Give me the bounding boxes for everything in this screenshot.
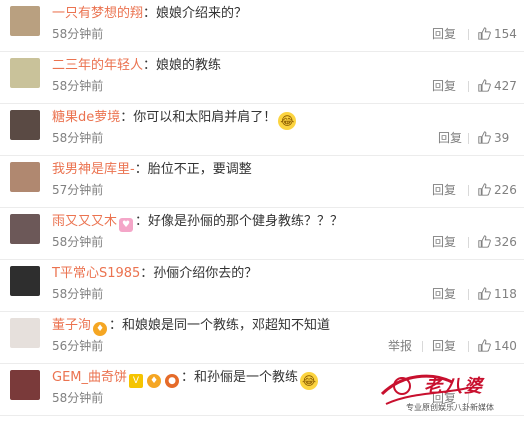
like-count: 154 [494,27,517,41]
comment-text: 娘娘的教练 [156,58,222,73]
comment-username[interactable]: 一只有梦想的翔 [52,6,143,21]
comment-line: 我男神是库里-：胎位不正，要调整 [52,162,252,177]
comment-line: 一只有梦想的翔：娘娘介绍来的？ [52,6,248,21]
like-count: 118 [494,287,517,301]
vip-badge-icon: ♦ [147,374,162,388]
avatar[interactable] [10,266,40,296]
divider [468,185,469,196]
laughing-emoji-icon: 😂 [300,372,319,390]
like-count: 39 [494,131,510,145]
reply-button[interactable]: 回复 [432,338,456,354]
comment-text: 孙俪介绍你去的？ [153,266,258,281]
avatar[interactable] [10,110,40,140]
comment-time: 58分钟前 [52,131,104,145]
like-button[interactable]: 226 [478,182,517,198]
like-count: 326 [494,235,517,249]
comment-username[interactable]: GEM_曲奇饼 [52,370,127,385]
comment-username[interactable]: 雨又又又木 [52,214,117,229]
divider [468,289,469,300]
laughing-emoji-icon: 😂 [278,112,297,130]
comment-time: 58分钟前 [52,79,104,93]
comment-username[interactable]: 糖果de萝境 [52,110,120,125]
divider [468,29,469,40]
comment-username[interactable]: 二三年的年轻人 [52,58,143,73]
comment-text: 好像是孙俪的那个健身教练？？？ [148,214,344,229]
avatar[interactable] [10,370,40,400]
avatar[interactable] [10,318,40,348]
comment-row: 雨又又又木 ♥ ：好像是孙俪的那个健身教练？？？ 58分钟前 回复 326 [0,208,524,260]
comment-username[interactable]: 我男神是库里- [52,162,135,177]
like-button[interactable]: 154 [478,26,517,42]
comment-text: 和孙俪是一个教练 [194,370,299,385]
comment-line: 二三年的年轻人：娘娘的教练 [52,58,222,73]
comment-username[interactable]: T平常心S1985 [52,266,140,281]
comment-row: 糖果de萝境：你可以和太阳肩并肩了！ 😂 58分钟前 回复 39 [0,104,524,156]
comment-line: 糖果de萝境：你可以和太阳肩并肩了！ 😂 [52,110,297,130]
vip-badge-icon: ♥ [119,218,134,232]
comment-row: T平常心S1985：孙俪介绍你去的？ 58分钟前 回复 118 [0,260,524,312]
divider [422,341,423,352]
like-count: 140 [494,339,517,353]
like-button[interactable]: 39 [478,130,509,146]
reply-button[interactable]: 回复 [432,286,456,302]
comment-line: T平常心S1985：孙俪介绍你去的？ [52,266,258,281]
comment-time: 56分钟前 [52,339,104,353]
comment-username[interactable]: 董子洵 [52,318,91,333]
divider [468,81,469,92]
comment-row: 董子洵 ♦ ：和娘娘是同一个教练，邓超知不知道 56分钟前 举报 回复 140 [0,312,524,364]
thumbs-up-icon [478,183,491,196]
thumbs-up-icon [478,235,491,248]
reply-button[interactable]: 回复 [432,78,456,94]
like-button[interactable]: 326 [478,234,517,250]
avatar[interactable] [10,214,40,244]
thumbs-up-icon [478,287,491,300]
avatar[interactable] [10,162,40,192]
comment-line: 雨又又又木 ♥ ：好像是孙俪的那个健身教练？？？ [52,214,344,232]
comment-time: 58分钟前 [52,287,104,301]
comment-line: GEM_曲奇饼 V ♦ ● ：和孙俪是一个教练 😂 [52,370,319,390]
comment-row: 二三年的年轻人：娘娘的教练 58分钟前 回复 427 [0,52,524,104]
watermark-subtitle: 专业原创娱乐八卦新媒体 [406,403,494,412]
avatar[interactable] [10,6,40,36]
comment-row: 一只有梦想的翔：娘娘介绍来的？ 58分钟前 回复 154 [0,0,524,52]
comment-text: 胎位不正，要调整 [147,162,252,177]
like-count: 427 [494,79,517,93]
vip-badge-icon: V [129,374,144,388]
thumbs-up-icon [478,27,491,40]
comment-row: 我男神是库里-：胎位不正，要调整 57分钟前 回复 226 [0,156,524,208]
reply-button[interactable]: 回复 [432,234,456,250]
avatar[interactable] [10,58,40,88]
like-button[interactable]: 140 [478,338,517,354]
comment-text: 你可以和太阳肩并肩了！ [133,110,277,125]
comment-text: 娘娘介绍来的？ [156,6,248,21]
thumbs-up-icon [478,131,491,144]
divider [468,341,469,352]
report-button[interactable]: 举报 [388,338,412,354]
vip-badge-icon: ♦ [93,322,108,336]
divider [468,133,469,144]
watermark-brand: 老八婆 [424,376,484,397]
comment-text: 和娘娘是同一个教练，邓超知不知道 [122,318,331,333]
divider [468,237,469,248]
thumbs-up-icon [478,339,491,352]
comment-time: 58分钟前 [52,27,104,41]
comment-line: 董子洵 ♦ ：和娘娘是同一个教练，邓超知不知道 [52,318,331,336]
reply-button[interactable]: 回复 [432,26,456,42]
like-count: 226 [494,183,517,197]
like-button[interactable]: 118 [478,286,517,302]
reply-button[interactable]: 回复 [432,182,456,198]
vip-badge-icon: ● [165,374,180,388]
comment-time: 58分钟前 [52,391,104,405]
comment-time: 58分钟前 [52,235,104,249]
comment-time: 57分钟前 [52,183,104,197]
like-button[interactable]: 427 [478,78,517,94]
thumbs-up-icon [478,79,491,92]
watermark: 老八婆 专业原创娱乐八卦新媒体 [372,364,520,420]
reply-button[interactable]: 回复 [438,130,462,146]
